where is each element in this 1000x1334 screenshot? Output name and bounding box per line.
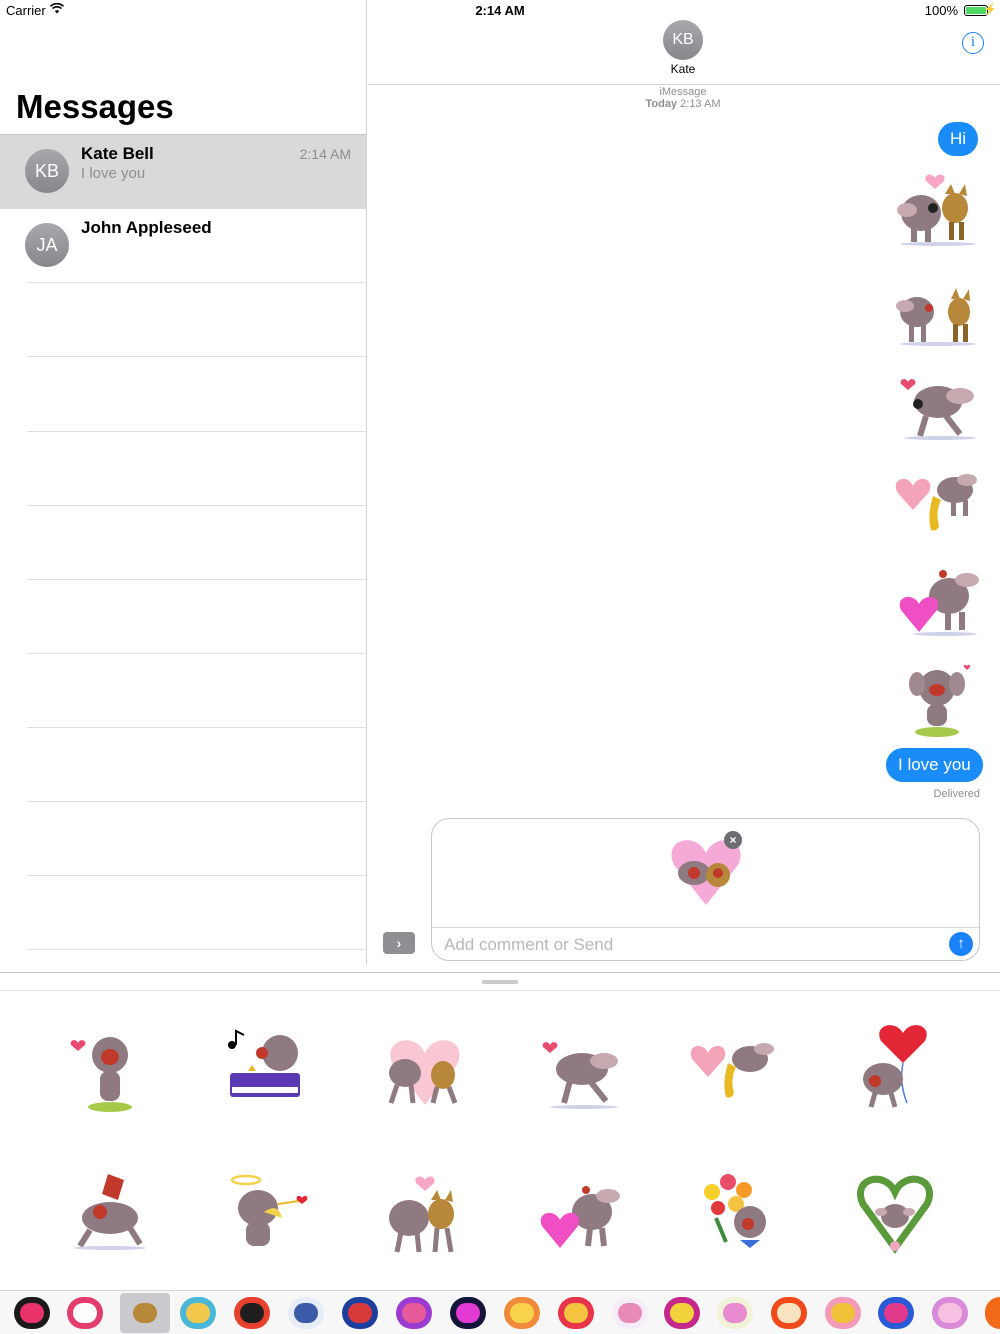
app-icon[interactable] bbox=[825, 1297, 861, 1329]
thread-header: KB Kate i bbox=[368, 0, 1000, 85]
sticker-item[interactable] bbox=[60, 1023, 160, 1123]
app-icon[interactable] bbox=[14, 1297, 50, 1329]
app-icon[interactable] bbox=[558, 1297, 594, 1329]
divider bbox=[432, 927, 979, 928]
conversation-time: 2:14 AM bbox=[299, 146, 351, 162]
divider bbox=[27, 801, 366, 802]
sticker-message[interactable] bbox=[893, 282, 983, 348]
timestamp-day: Today bbox=[645, 98, 678, 110]
app-icon[interactable] bbox=[612, 1297, 648, 1329]
sticker-item[interactable] bbox=[845, 1023, 945, 1123]
message-preview: I love you bbox=[81, 165, 146, 182]
app-icon[interactable] bbox=[396, 1297, 432, 1329]
sticker-message[interactable] bbox=[903, 660, 975, 740]
app-drawer-bar bbox=[0, 1290, 1000, 1334]
avatar: KB bbox=[25, 149, 69, 193]
delivery-status: Delivered bbox=[933, 788, 980, 800]
sticker-item[interactable] bbox=[375, 1023, 475, 1123]
sticker-message[interactable] bbox=[893, 168, 983, 248]
app-icon[interactable] bbox=[771, 1297, 807, 1329]
sticker-item[interactable] bbox=[218, 1023, 318, 1123]
divider bbox=[27, 579, 366, 580]
app-icon[interactable] bbox=[985, 1297, 1000, 1329]
sticker-message[interactable] bbox=[893, 466, 983, 536]
app-icon[interactable] bbox=[878, 1297, 914, 1329]
service-label: iMessage bbox=[659, 86, 707, 98]
thread-timestamp: Today 2:13 AM bbox=[368, 98, 998, 110]
drawer-grabber[interactable] bbox=[482, 980, 518, 984]
sticker-message[interactable] bbox=[898, 372, 980, 442]
app-icon[interactable] bbox=[504, 1297, 540, 1329]
sticker-item[interactable] bbox=[218, 1168, 318, 1268]
sticker-item[interactable] bbox=[688, 1168, 788, 1268]
divider bbox=[27, 949, 366, 950]
divider bbox=[27, 356, 366, 357]
app-icon[interactable] bbox=[664, 1297, 700, 1329]
contact-avatar[interactable]: KB bbox=[663, 20, 703, 60]
contact-name: Kate Bell bbox=[81, 144, 154, 163]
divider bbox=[27, 727, 366, 728]
app-icon[interactable] bbox=[234, 1297, 270, 1329]
app-icon[interactable] bbox=[717, 1297, 753, 1329]
page-title: Messages bbox=[16, 88, 174, 125]
expand-apps-button[interactable]: › bbox=[383, 932, 415, 954]
conversation-list-pane: Messages KB Kate Bell I love you 2:14 AM… bbox=[0, 0, 367, 965]
compose-box[interactable]: × Add comment or Send ↑ bbox=[431, 818, 980, 961]
sticker-item[interactable] bbox=[532, 1023, 632, 1123]
conversation-row-kate-bell[interactable]: KB Kate Bell I love you 2:14 AM bbox=[0, 135, 366, 209]
divider bbox=[27, 431, 366, 432]
app-icon-selected[interactable] bbox=[120, 1293, 170, 1333]
info-icon[interactable]: i bbox=[962, 32, 984, 54]
app-icon[interactable] bbox=[180, 1297, 216, 1329]
sticker-item[interactable] bbox=[688, 1023, 788, 1123]
remove-attachment-icon[interactable]: × bbox=[724, 831, 742, 849]
contact-name[interactable]: Kate bbox=[368, 62, 998, 76]
divider bbox=[27, 282, 366, 283]
sticker-item[interactable] bbox=[375, 1168, 475, 1268]
conversation-row-john-appleseed[interactable]: JA John Appleseed bbox=[0, 209, 366, 283]
send-button[interactable]: ↑ bbox=[949, 932, 973, 956]
message-bubble[interactable]: I love you bbox=[886, 748, 983, 782]
app-icon[interactable] bbox=[932, 1297, 968, 1329]
contact-name: John Appleseed bbox=[81, 218, 212, 237]
sticker-message[interactable] bbox=[895, 560, 983, 638]
sticker-item[interactable] bbox=[845, 1168, 945, 1268]
app-icon[interactable] bbox=[450, 1297, 486, 1329]
sticker-drawer bbox=[0, 972, 1000, 1334]
sticker-item[interactable] bbox=[532, 1168, 632, 1268]
divider bbox=[27, 875, 366, 876]
divider bbox=[0, 990, 1000, 991]
app-icon[interactable] bbox=[288, 1297, 324, 1329]
divider bbox=[27, 505, 366, 506]
compose-input[interactable]: Add comment or Send bbox=[444, 935, 613, 955]
app-icon[interactable] bbox=[67, 1297, 103, 1329]
sticker-item[interactable] bbox=[60, 1168, 160, 1268]
message-bubble[interactable]: Hi bbox=[938, 122, 979, 156]
avatar: JA bbox=[25, 223, 69, 267]
timestamp-time: 2:13 AM bbox=[680, 98, 721, 110]
app-icon[interactable] bbox=[342, 1297, 378, 1329]
divider bbox=[27, 653, 366, 654]
